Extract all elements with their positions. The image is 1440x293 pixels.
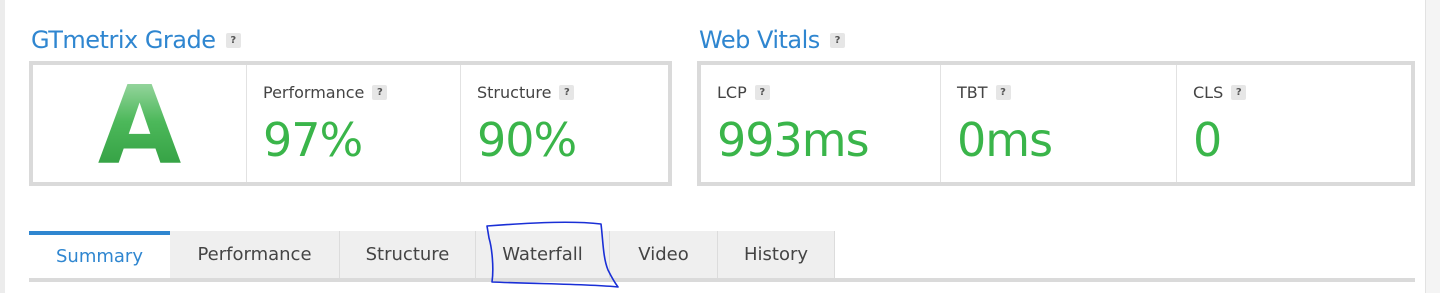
gtmetrix-grade-heading: GTmetrix Grade ?	[31, 26, 241, 54]
question-mark-icon[interactable]: ?	[1231, 85, 1247, 100]
tab-performance[interactable]: Performance	[170, 231, 340, 278]
web-vitals-heading: Web Vitals ?	[699, 26, 845, 54]
tab-video[interactable]: Video	[610, 231, 718, 278]
vertical-scrollbar[interactable]	[1425, 0, 1440, 293]
performance-label-text: Performance	[263, 83, 365, 102]
page-left-border	[0, 0, 5, 293]
performance-value: 97%	[263, 113, 363, 167]
cls-metric: CLS ? 0	[1177, 65, 1411, 182]
web-vitals-card: LCP ? 993ms TBT ? 0ms CLS ? 0	[697, 61, 1415, 186]
tab-structure[interactable]: Structure	[340, 231, 476, 278]
cls-label: CLS ?	[1193, 83, 1247, 102]
question-mark-icon[interactable]: ?	[372, 85, 388, 100]
gtmetrix-grade-card: A Performance ? 97% Structure ? 90%	[29, 61, 672, 186]
cls-value: 0	[1193, 113, 1222, 167]
tab-summary[interactable]: Summary	[29, 231, 170, 278]
lcp-metric: LCP ? 993ms	[701, 65, 941, 182]
cls-label-text: CLS	[1193, 83, 1224, 102]
structure-label: Structure ?	[477, 83, 575, 102]
structure-label-text: Structure	[477, 83, 552, 102]
grade-cell: A	[33, 65, 247, 182]
question-mark-icon[interactable]: ?	[829, 32, 845, 48]
web-vitals-title: Web Vitals	[699, 26, 820, 54]
question-mark-icon[interactable]: ?	[225, 32, 241, 48]
tab-history[interactable]: History	[718, 231, 835, 278]
tbt-label: TBT ?	[957, 83, 1011, 102]
tabs-underline	[29, 278, 1415, 282]
tbt-label-text: TBT	[957, 83, 988, 102]
performance-metric: Performance ? 97%	[247, 65, 461, 182]
question-mark-icon[interactable]: ?	[559, 85, 575, 100]
report-tabs: Summary Performance Structure Waterfall …	[29, 231, 835, 278]
question-mark-icon[interactable]: ?	[754, 85, 770, 100]
gtmetrix-grade-title: GTmetrix Grade	[31, 26, 216, 54]
lcp-label: LCP ?	[717, 83, 770, 102]
lcp-value: 993ms	[717, 113, 870, 167]
tbt-value: 0ms	[957, 113, 1053, 167]
tab-waterfall[interactable]: Waterfall	[476, 231, 610, 278]
tbt-metric: TBT ? 0ms	[941, 65, 1177, 182]
structure-value: 90%	[477, 113, 577, 167]
question-mark-icon[interactable]: ?	[995, 85, 1011, 100]
structure-metric: Structure ? 90%	[461, 65, 668, 182]
performance-label: Performance ?	[263, 83, 388, 102]
grade-letter: A	[97, 63, 182, 189]
lcp-label-text: LCP	[717, 83, 747, 102]
